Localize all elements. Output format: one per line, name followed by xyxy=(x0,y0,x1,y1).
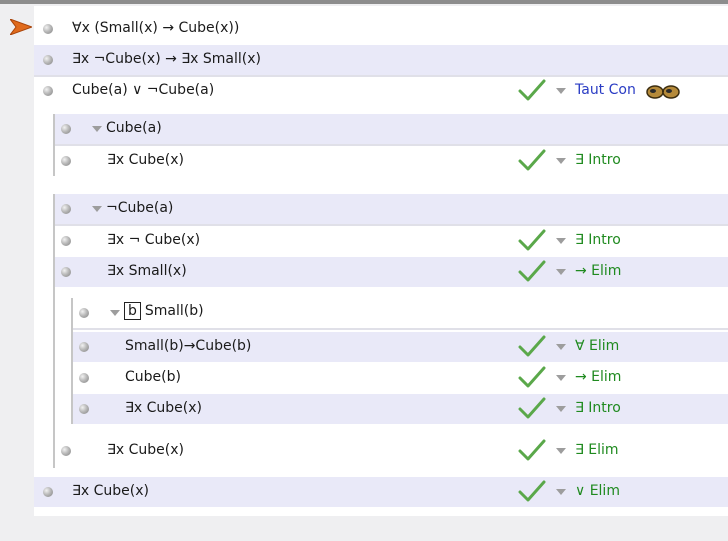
left-gutter xyxy=(0,4,34,541)
proof-line-text[interactable]: ∃x ¬ Cube(x) xyxy=(107,232,200,248)
proof-line-text[interactable]: ∃x Cube(x) xyxy=(125,400,202,416)
window-top-border xyxy=(0,0,728,4)
check-icon xyxy=(518,79,546,101)
check-icon xyxy=(518,335,546,357)
bullet-icon[interactable] xyxy=(79,373,89,383)
proof-line[interactable]: ∃x Cube(x) ∃ Intro xyxy=(73,394,728,424)
bullet-icon[interactable] xyxy=(43,55,53,65)
check-icon xyxy=(518,439,546,461)
bullet-icon[interactable] xyxy=(79,342,89,352)
proof-line[interactable]: ∃x Cube(x) ∃ Intro xyxy=(55,146,728,176)
proof-line[interactable]: Cube(b) → Elim xyxy=(73,363,728,393)
rule-dropdown-icon[interactable] xyxy=(556,406,566,412)
premise-row-2[interactable]: ∃x ¬Cube(x) → ∃x Small(x) xyxy=(34,45,728,75)
subproof-1-assumption[interactable]: Cube(a) xyxy=(55,114,728,144)
proof-line-text[interactable]: Cube(b) xyxy=(125,369,181,385)
proof-line[interactable]: Small(b)→Cube(b) ∀ Elim xyxy=(73,332,728,362)
rule-dropdown-icon[interactable] xyxy=(556,448,566,454)
glasses-icon xyxy=(646,85,680,99)
proof-line-text[interactable]: Small(b)→Cube(b) xyxy=(125,338,251,354)
check-icon xyxy=(518,397,546,419)
bullet-icon[interactable] xyxy=(61,156,71,166)
rule-label[interactable]: ∃ Intro xyxy=(575,232,621,248)
rule-label[interactable]: ∨ Elim xyxy=(575,483,620,499)
subproof-2-assumption[interactable]: ¬Cube(a) xyxy=(55,194,728,224)
premise-row-1[interactable]: ∀x (Small(x) → Cube(x)) xyxy=(34,14,728,44)
arrow-pointer-icon[interactable] xyxy=(10,19,32,35)
proof-line-text[interactable]: ∃x Cube(x) xyxy=(72,483,149,499)
proof-panel: ∀x (Small(x) → Cube(x)) ∃x ¬Cube(x) → ∃x… xyxy=(34,6,728,516)
rule-dropdown-icon[interactable] xyxy=(556,238,566,244)
rule-dropdown-icon[interactable] xyxy=(556,375,566,381)
check-icon xyxy=(518,229,546,251)
proof-line-text[interactable]: ∃x Cube(x) xyxy=(107,152,184,168)
proof-line[interactable]: ∃x Cube(x) ∃ Elim xyxy=(55,436,728,466)
triangle-down-icon[interactable] xyxy=(92,206,102,212)
check-icon xyxy=(518,366,546,388)
bullet-icon[interactable] xyxy=(79,308,89,318)
bullet-icon[interactable] xyxy=(43,24,53,34)
premise-text-2[interactable]: ∃x ¬Cube(x) → ∃x Small(x) xyxy=(72,51,261,67)
bullet-icon[interactable] xyxy=(61,446,71,456)
assumption-text[interactable]: Cube(a) xyxy=(106,120,162,136)
rule-label[interactable]: Taut Con xyxy=(575,82,636,98)
premise-text-1[interactable]: ∀x (Small(x) → Cube(x)) xyxy=(72,20,239,36)
rule-label[interactable]: ∃ Intro xyxy=(575,152,621,168)
rule-dropdown-icon[interactable] xyxy=(556,344,566,350)
triangle-down-icon[interactable] xyxy=(110,310,120,316)
bullet-icon[interactable] xyxy=(61,267,71,277)
assumption-text[interactable]: ¬Cube(a) xyxy=(106,200,173,216)
inner-subproof-assumption[interactable]: b Small(b) xyxy=(73,298,728,328)
bullet-icon[interactable] xyxy=(61,236,71,246)
rule-dropdown-icon[interactable] xyxy=(556,489,566,495)
rule-label[interactable]: ∃ Intro xyxy=(575,400,621,416)
assumption-formula[interactable]: Small(b) xyxy=(145,303,204,319)
proof-line-3[interactable]: Cube(a) ∨ ¬Cube(a) Taut Con xyxy=(34,76,728,106)
boxed-constant[interactable]: b xyxy=(124,302,141,320)
rule-label[interactable]: ∀ Elim xyxy=(575,338,619,354)
bullet-icon[interactable] xyxy=(43,86,53,96)
rule-label[interactable]: → Elim xyxy=(575,369,621,385)
proof-line-text[interactable]: Cube(a) ∨ ¬Cube(a) xyxy=(72,82,214,98)
bullet-icon[interactable] xyxy=(43,487,53,497)
proof-line[interactable]: ∃x ¬ Cube(x) ∃ Intro xyxy=(55,226,728,256)
rule-dropdown-icon[interactable] xyxy=(556,269,566,275)
check-icon xyxy=(518,149,546,171)
bullet-icon[interactable] xyxy=(79,404,89,414)
bullet-icon[interactable] xyxy=(61,124,71,134)
proof-line-text[interactable]: ∃x Small(x) xyxy=(107,263,187,279)
rule-label[interactable]: → Elim xyxy=(575,263,621,279)
rule-dropdown-icon[interactable] xyxy=(556,158,566,164)
rule-label[interactable]: ∃ Elim xyxy=(575,442,619,458)
check-icon xyxy=(518,260,546,282)
proof-line[interactable]: ∃x Small(x) → Elim xyxy=(55,257,728,287)
rule-dropdown-icon[interactable] xyxy=(556,88,566,94)
proof-line-text[interactable]: ∃x Cube(x) xyxy=(107,442,184,458)
conclusion-row[interactable]: ∃x Cube(x) ∨ Elim xyxy=(34,477,728,507)
bullet-icon[interactable] xyxy=(61,204,71,214)
check-icon xyxy=(518,480,546,502)
triangle-down-icon[interactable] xyxy=(92,126,102,132)
assumption-text[interactable]: b Small(b) xyxy=(124,302,204,320)
fitch-bar xyxy=(73,328,728,330)
